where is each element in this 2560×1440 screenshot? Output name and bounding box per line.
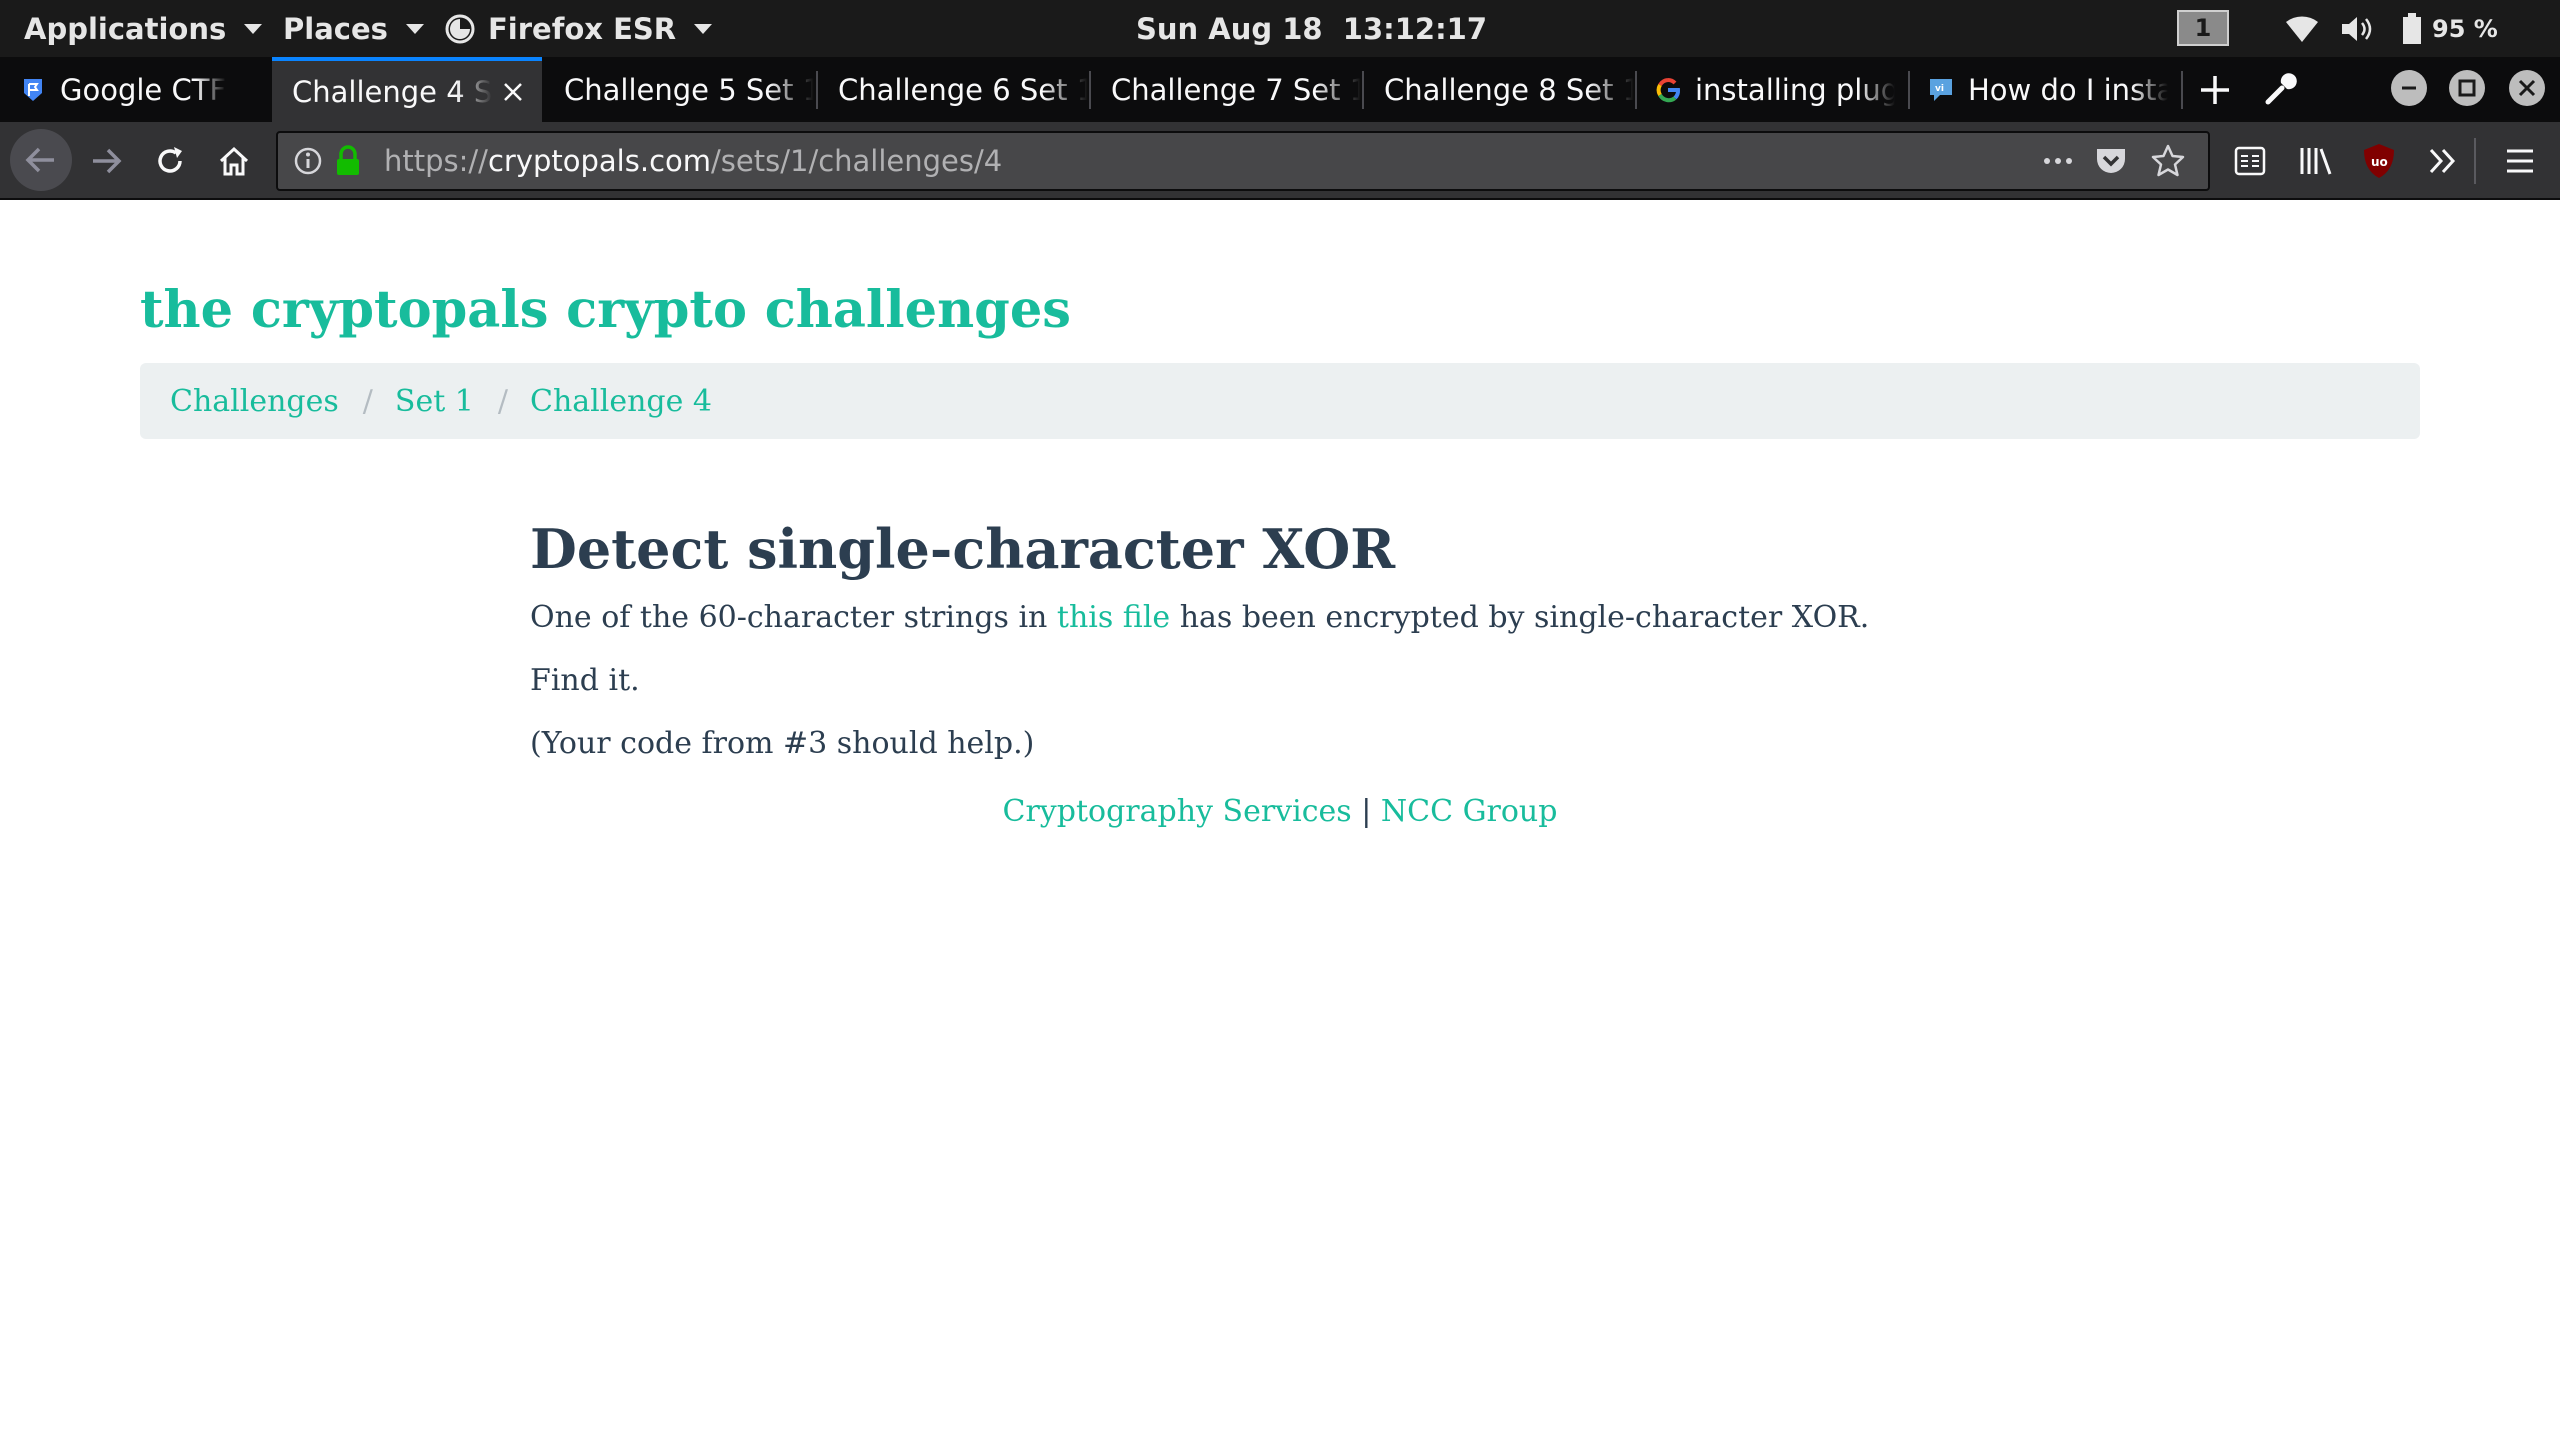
instruction-text: Find it.: [530, 663, 640, 698]
hamburger-menu-icon[interactable]: [2503, 146, 2537, 176]
tab-title: Challenge 5 Set 1: [564, 72, 814, 107]
places-label: Places: [283, 11, 388, 46]
tab-title: installing plugins: [1695, 72, 1895, 107]
bookmark-star-icon[interactable]: [2150, 143, 2186, 179]
web-page: the cryptopals crypto challenges Challen…: [0, 202, 2560, 1440]
wrench-icon[interactable]: [2262, 71, 2298, 107]
applications-label: Applications: [24, 11, 227, 46]
new-tab-icon[interactable]: [2196, 71, 2234, 109]
applications-menu[interactable]: Applications: [24, 0, 263, 57]
url-text: https://cryptopals.com/sets/1/challenges…: [384, 144, 1002, 178]
ublock-origin-icon[interactable]: uo: [2362, 142, 2396, 180]
tab-title: Challenge 4 Set 1: [292, 74, 492, 109]
chevron-down-icon: [405, 23, 424, 34]
breadcrumb-separator: /: [362, 383, 373, 419]
lock-icon[interactable]: [334, 145, 362, 177]
tab-title: Google CTF: [60, 72, 227, 107]
more-actions-icon[interactable]: [2040, 145, 2076, 177]
breadcrumb-set-1[interactable]: Set 1: [395, 384, 474, 419]
hint-text: (Your code from #3 should help.): [530, 726, 1035, 761]
tab-challenge-4[interactable]: Challenge 4 Set 1: [272, 57, 542, 122]
breadcrumb-challenges[interactable]: Challenges: [170, 384, 339, 419]
clock[interactable]: Sun Aug 18 13:12:17: [1136, 0, 1487, 57]
reload-icon: [158, 147, 182, 173]
breadcrumb-separator: /: [497, 383, 508, 419]
chevron-down-icon: [694, 23, 713, 34]
battery-percent: 95 %: [2432, 14, 2498, 43]
description-text: One of the 60-character strings in: [530, 600, 1057, 635]
cryptography-services-link[interactable]: Cryptography Services: [1003, 794, 1352, 829]
footer-separator: |: [1361, 794, 1372, 829]
close-icon: [2518, 79, 2536, 97]
firefox-icon: [445, 14, 475, 43]
vi-icon: vi: [1930, 78, 1952, 101]
speaker-icon: [2342, 16, 2372, 41]
pocket-icon[interactable]: [2094, 144, 2128, 178]
challenge-description: One of the 60-character strings in this …: [530, 600, 1869, 635]
tab-challenge-6[interactable]: Challenge 6 Set 1: [818, 57, 1088, 122]
battery-icon: [2403, 12, 2421, 44]
places-menu[interactable]: Places: [283, 0, 424, 57]
home-button[interactable]: [206, 131, 262, 191]
chevron-down-icon: [244, 23, 263, 34]
url-host: cryptopals.com: [487, 144, 712, 178]
library-icon[interactable]: [2298, 144, 2334, 178]
svg-text:vi: vi: [1935, 84, 1944, 94]
tab-google-ctf[interactable]: Google CTF: [0, 57, 270, 122]
tab-challenge-8[interactable]: Challenge 8 Set 1: [1364, 57, 1634, 122]
arrow-right-icon: [93, 148, 122, 174]
tab-challenge-7[interactable]: Challenge 7 Set 1: [1091, 57, 1361, 122]
tab-title: Challenge 6 Set 1: [838, 72, 1088, 107]
challenge-title: Detect single-character XOR: [530, 517, 1396, 581]
google-icon: [1656, 77, 1680, 102]
this-file-link[interactable]: this file: [1057, 600, 1170, 635]
tab-how-do-i-install[interactable]: vi How do I install: [1910, 57, 2180, 122]
close-window-button[interactable]: [2509, 70, 2545, 106]
description-text: has been encrypted by single-character X…: [1170, 600, 1870, 635]
tab-title: Challenge 7 Set 1: [1111, 72, 1361, 107]
tab-installing-plugins[interactable]: installing plugins: [1637, 57, 1907, 122]
wifi-icon[interactable]: [2284, 0, 2320, 57]
minimize-window-button[interactable]: [2391, 70, 2427, 106]
address-bar[interactable]: https://cryptopals.com/sets/1/challenges…: [276, 131, 2210, 191]
battery-indicator[interactable]: 95 %: [2402, 0, 2498, 57]
app-label: Firefox ESR: [488, 11, 677, 46]
breadcrumb-challenge-4[interactable]: Challenge 4: [530, 384, 712, 419]
svg-text:uo: uo: [2371, 155, 2388, 169]
reload-button[interactable]: [142, 131, 198, 191]
volume-icon[interactable]: [2340, 0, 2376, 57]
system-top-bar: Applications Places Firefox ESR Sun Aug …: [0, 0, 2560, 57]
close-icon[interactable]: [498, 77, 528, 107]
tab-title: Challenge 8 Set 1: [1384, 72, 1634, 107]
navigation-toolbar: https://cryptopals.com/sets/1/challenges…: [0, 122, 2560, 200]
app-menu[interactable]: Firefox ESR: [444, 0, 713, 57]
maximize-icon: [2458, 79, 2476, 97]
url-path: /sets/1/challenges/4: [711, 144, 1003, 178]
home-icon: [219, 146, 249, 176]
maximize-window-button[interactable]: [2449, 70, 2485, 106]
forward-button[interactable]: [78, 131, 134, 191]
workspace-indicator[interactable]: 1: [2177, 10, 2229, 46]
tab-strip: Google CTF Challenge 4 Set 1 Challenge 5…: [0, 57, 2560, 122]
clock-text: Sun Aug 18 13:12:17: [1136, 11, 1488, 46]
ncc-group-link[interactable]: NCC Group: [1381, 794, 1558, 829]
overflow-menu-icon[interactable]: [2426, 146, 2460, 176]
info-icon[interactable]: [292, 145, 324, 177]
tab-title: How do I install: [1968, 72, 2168, 107]
reader-view-icon[interactable]: [2233, 144, 2267, 178]
toolbar-divider: [2474, 138, 2476, 184]
ctf-flag-icon: [24, 78, 42, 101]
url-scheme: https://: [384, 144, 488, 178]
site-title-link[interactable]: the cryptopals crypto challenges: [140, 280, 1071, 340]
breadcrumb: Challenges / Set 1 / Challenge 4: [140, 363, 2420, 439]
footer: Cryptography Services | NCC Group: [530, 794, 2030, 829]
back-button[interactable]: [10, 129, 72, 191]
arrow-left-icon: [25, 147, 54, 173]
wifi-icon: [2286, 15, 2318, 42]
tab-challenge-5[interactable]: Challenge 5 Set 1: [544, 57, 814, 122]
minimize-icon: [2402, 86, 2416, 90]
tab-separator: [2181, 71, 2183, 109]
